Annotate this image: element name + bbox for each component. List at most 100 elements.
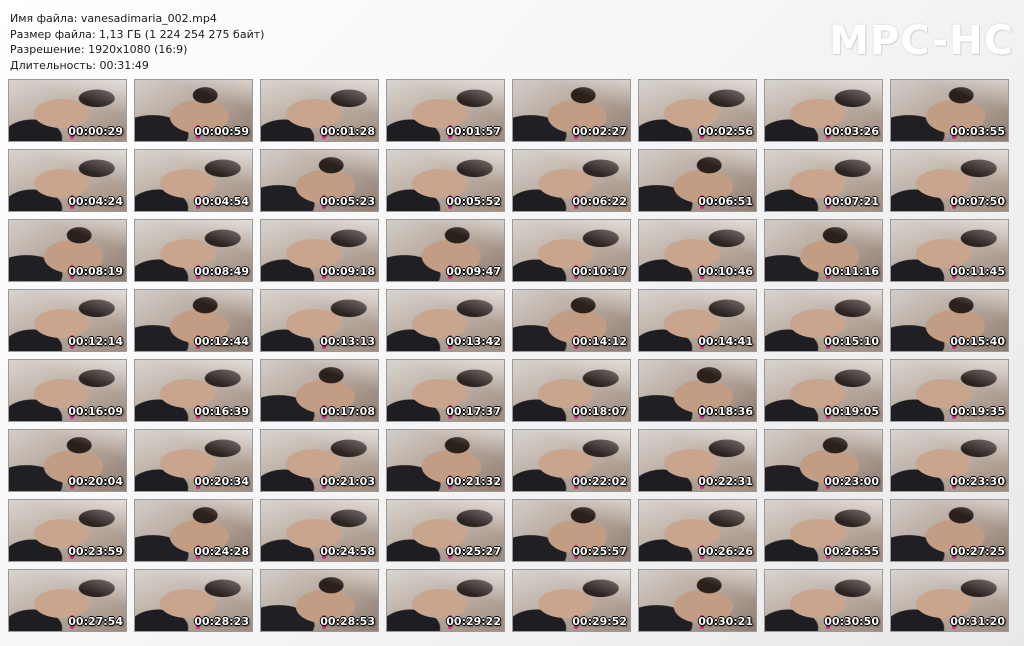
video-thumbnail: 00:07:21 [764,149,883,212]
thumbnail-timestamp: 00:28:23 [194,615,249,628]
video-thumbnail: 00:04:54 [134,149,253,212]
thumbnail-timestamp: 00:30:50 [824,615,879,628]
thumbnail-timestamp: 00:09:47 [446,265,501,278]
thumbnail-timestamp: 00:26:55 [824,545,879,558]
thumbnail-timestamp: 00:24:58 [320,545,375,558]
thumbnail-timestamp: 00:18:36 [698,405,753,418]
thumbnail-timestamp: 00:02:56 [698,125,753,138]
thumbnail-timestamp: 00:19:05 [824,405,879,418]
thumbnail-timestamp: 00:09:18 [320,265,375,278]
thumbnail-timestamp: 00:02:27 [572,125,627,138]
thumbnail-timestamp: 00:21:32 [446,475,501,488]
thumbnail-timestamp: 00:17:08 [320,405,375,418]
thumbnail-timestamp: 00:11:45 [950,265,1005,278]
video-thumbnail: 00:23:59 [8,499,127,562]
thumbnail-timestamp: 00:05:23 [320,195,375,208]
thumbnail-timestamp: 00:11:16 [824,265,879,278]
video-thumbnail: 00:27:25 [890,499,1009,562]
video-thumbnail: 00:22:31 [638,429,757,492]
thumbnail-timestamp: 00:20:04 [68,475,123,488]
video-thumbnail: 00:25:27 [386,499,505,562]
thumbnail-timestamp: 00:04:24 [68,195,123,208]
video-thumbnail: 00:24:58 [260,499,379,562]
video-thumbnail: 00:28:23 [134,569,253,632]
video-thumbnail: 00:23:00 [764,429,883,492]
thumbnail-timestamp: 00:26:26 [698,545,753,558]
thumbnail-timestamp: 00:19:35 [950,405,1005,418]
video-thumbnail: 00:16:39 [134,359,253,422]
thumbnail-timestamp: 00:06:22 [572,195,627,208]
video-thumbnail: 00:19:05 [764,359,883,422]
video-thumbnail: 00:19:35 [890,359,1009,422]
video-thumbnail: 00:25:57 [512,499,631,562]
video-thumbnail: 00:01:57 [386,79,505,142]
thumbnail-timestamp: 00:28:53 [320,615,375,628]
thumbnail-grid: 00:00:29 00:00:59 00:01:28 00:01:57 00:02:27… [8,79,1009,632]
thumbnail-timestamp: 00:00:29 [68,125,123,138]
video-thumbnail: 00:06:22 [512,149,631,212]
thumbnail-timestamp: 00:08:19 [68,265,123,278]
video-thumbnail: 00:11:45 [890,219,1009,282]
thumbnail-timestamp: 00:04:54 [194,195,249,208]
video-thumbnail: 00:06:51 [638,149,757,212]
thumbnail-timestamp: 00:10:46 [698,265,753,278]
video-thumbnail: 00:20:04 [8,429,127,492]
video-thumbnail: 00:02:27 [512,79,631,142]
thumbnail-timestamp: 00:06:51 [698,195,753,208]
thumbnail-timestamp: 00:14:41 [698,335,753,348]
thumbnail-timestamp: 00:25:27 [446,545,501,558]
thumbnail-timestamp: 00:07:21 [824,195,879,208]
video-thumbnail: 00:09:18 [260,219,379,282]
thumbnail-timestamp: 00:12:14 [68,335,123,348]
thumbnail-timestamp: 00:29:22 [446,615,501,628]
video-thumbnail: 00:30:21 [638,569,757,632]
thumbnail-timestamp: 00:01:28 [320,125,375,138]
video-thumbnail: 00:12:14 [8,289,127,352]
thumbnail-timestamp: 00:30:21 [698,615,753,628]
thumbnail-timestamp: 00:08:49 [194,265,249,278]
video-thumbnail: 00:09:47 [386,219,505,282]
video-thumbnail: 00:14:12 [512,289,631,352]
video-thumbnail: 00:24:28 [134,499,253,562]
file-size-line: Размер файла: 1,13 ГБ (1 224 254 275 бай… [10,27,265,41]
video-thumbnail: 00:31:20 [890,569,1009,632]
thumbnail-timestamp: 00:03:55 [950,125,1005,138]
thumbnail-timestamp: 00:07:50 [950,195,1005,208]
thumbnail-timestamp: 00:23:00 [824,475,879,488]
video-thumbnail: 00:27:54 [8,569,127,632]
video-thumbnail: 00:29:22 [386,569,505,632]
thumbnail-timestamp: 00:31:20 [950,615,1005,628]
video-thumbnail: 00:13:42 [386,289,505,352]
video-thumbnail: 00:11:16 [764,219,883,282]
video-thumbnail: 00:12:44 [134,289,253,352]
thumbnail-timestamp: 00:18:07 [572,405,627,418]
video-thumbnail: 00:00:59 [134,79,253,142]
file-name-line: Имя файла: vanesadimaria_002.mp4 [10,12,217,25]
thumbnail-timestamp: 00:22:02 [572,475,627,488]
thumbnail-timestamp: 00:24:28 [194,545,249,558]
thumbnail-timestamp: 00:25:57 [572,545,627,558]
thumbnail-timestamp: 00:23:59 [68,545,123,558]
video-thumbnail: 00:30:50 [764,569,883,632]
thumbnail-timestamp: 00:17:37 [446,405,501,418]
video-thumbnail: 00:21:03 [260,429,379,492]
video-thumbnail: 00:05:23 [260,149,379,212]
video-thumbnail: 00:17:08 [260,359,379,422]
video-thumbnail: 00:16:09 [8,359,127,422]
video-thumbnail: 00:03:55 [890,79,1009,142]
video-thumbnail: 00:17:37 [386,359,505,422]
video-thumbnail: 00:03:26 [764,79,883,142]
thumbnail-timestamp: 00:01:57 [446,125,501,138]
video-thumbnail: 00:07:50 [890,149,1009,212]
video-thumbnail: 00:10:46 [638,219,757,282]
video-thumbnail: 00:14:41 [638,289,757,352]
file-info-panel: Имя файла: vanesadimaria_002.mp4 Размер … [10,11,264,73]
video-thumbnail: 00:04:24 [8,149,127,212]
video-thumbnail: 00:20:34 [134,429,253,492]
thumbnail-timestamp: 00:27:54 [68,615,123,628]
thumbnail-timestamp: 00:21:03 [320,475,375,488]
thumbnail-timestamp: 00:13:13 [320,335,375,348]
video-thumbnail: 00:22:02 [512,429,631,492]
video-thumbnail: 00:26:26 [638,499,757,562]
video-thumbnail: 00:23:30 [890,429,1009,492]
